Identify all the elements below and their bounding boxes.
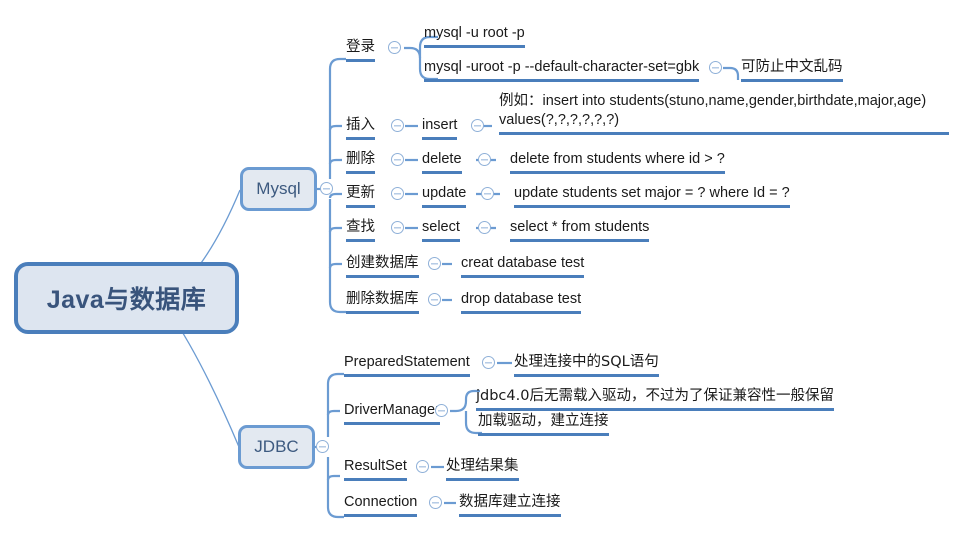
topic-login[interactable]: 登录 bbox=[346, 38, 375, 62]
collapse-icon-delete[interactable] bbox=[391, 153, 404, 166]
topic-delete-keyword[interactable]: delete bbox=[422, 150, 462, 174]
collapse-icon-select[interactable] bbox=[391, 221, 404, 234]
topic-select-keyword[interactable]: select bbox=[422, 218, 460, 242]
collapse-icon-update[interactable] bbox=[391, 187, 404, 200]
topic-connection-desc[interactable]: 数据库建立连接 bbox=[459, 493, 561, 517]
topic-drivermanager-note-1[interactable]: jdbc4.0后无需载入驱动，不过为了保证兼容性一般保留 bbox=[476, 387, 834, 411]
collapse-icon-select-keyword[interactable] bbox=[478, 221, 491, 234]
collapse-icon-insert[interactable] bbox=[391, 119, 404, 132]
topic-delete-example[interactable]: delete from students where id > ? bbox=[510, 150, 725, 174]
topic-login-command-1[interactable]: mysql -u root -p bbox=[424, 24, 525, 48]
root-node-label: Java与数据库 bbox=[46, 286, 207, 314]
topic-preparedstatement[interactable]: PreparedStatement bbox=[344, 353, 470, 377]
collapse-icon-drop-database[interactable] bbox=[428, 293, 441, 306]
mindmap-canvas: Java与数据库 Mysql JDBC 登录 mysql -u root -p … bbox=[0, 0, 956, 534]
topic-create-database-command[interactable]: creat database test bbox=[461, 254, 585, 278]
collapse-icon-resultset[interactable] bbox=[416, 460, 429, 473]
branch-node-jdbc[interactable]: JDBC bbox=[238, 425, 315, 469]
collapse-icon-update-keyword[interactable] bbox=[481, 187, 494, 200]
collapse-icon-delete-keyword[interactable] bbox=[478, 153, 491, 166]
collapse-icon-login-command-2[interactable] bbox=[709, 61, 722, 74]
root-node[interactable]: Java与数据库 bbox=[14, 262, 239, 334]
topic-insert[interactable]: 插入 bbox=[346, 116, 375, 140]
topic-login-command-2[interactable]: mysql -uroot -p --default-character-set=… bbox=[424, 58, 700, 82]
topic-login-note[interactable]: 可防止中文乱码 bbox=[741, 58, 843, 82]
branch-node-mysql-label: Mysql bbox=[256, 179, 301, 198]
collapse-icon-drivermanager[interactable] bbox=[435, 404, 448, 417]
topic-drivermanager[interactable]: DriverManager bbox=[344, 401, 440, 425]
topic-resultset[interactable]: ResultSet bbox=[344, 457, 407, 481]
collapse-icon-create-database[interactable] bbox=[428, 257, 441, 270]
topic-drivermanager-note-2[interactable]: 加载驱动，建立连接 bbox=[478, 412, 609, 436]
collapse-icon-connection[interactable] bbox=[429, 496, 442, 509]
collapse-icon-insert-keyword[interactable] bbox=[471, 119, 484, 132]
topic-preparedstatement-desc[interactable]: 处理连接中的SQL语句 bbox=[514, 353, 659, 377]
branch-node-jdbc-label: JDBC bbox=[254, 437, 299, 456]
topic-insert-keyword[interactable]: insert bbox=[422, 116, 458, 140]
topic-delete[interactable]: 删除 bbox=[346, 150, 375, 174]
topic-select-example[interactable]: select * from students bbox=[510, 218, 650, 242]
topic-select[interactable]: 查找 bbox=[346, 218, 375, 242]
topic-update-example[interactable]: update students set major = ? where Id =… bbox=[514, 184, 790, 208]
collapse-icon-jdbc[interactable] bbox=[316, 440, 329, 453]
topic-connection[interactable]: Connection bbox=[344, 493, 418, 517]
topic-update-keyword[interactable]: update bbox=[422, 184, 467, 208]
topic-drop-database[interactable]: 删除数据库 bbox=[346, 290, 419, 314]
topic-resultset-desc[interactable]: 处理结果集 bbox=[446, 457, 519, 481]
collapse-icon-preparedstatement[interactable] bbox=[482, 356, 495, 369]
collapse-icon-mysql[interactable] bbox=[320, 182, 333, 195]
collapse-icon-login[interactable] bbox=[388, 41, 401, 54]
topic-create-database[interactable]: 创建数据库 bbox=[346, 254, 419, 278]
branch-node-mysql[interactable]: Mysql bbox=[240, 167, 317, 211]
topic-drop-database-command[interactable]: drop database test bbox=[461, 290, 582, 314]
topic-insert-example[interactable]: 例如：insert into students(stuno,name,gende… bbox=[499, 92, 949, 135]
topic-update[interactable]: 更新 bbox=[346, 184, 375, 208]
